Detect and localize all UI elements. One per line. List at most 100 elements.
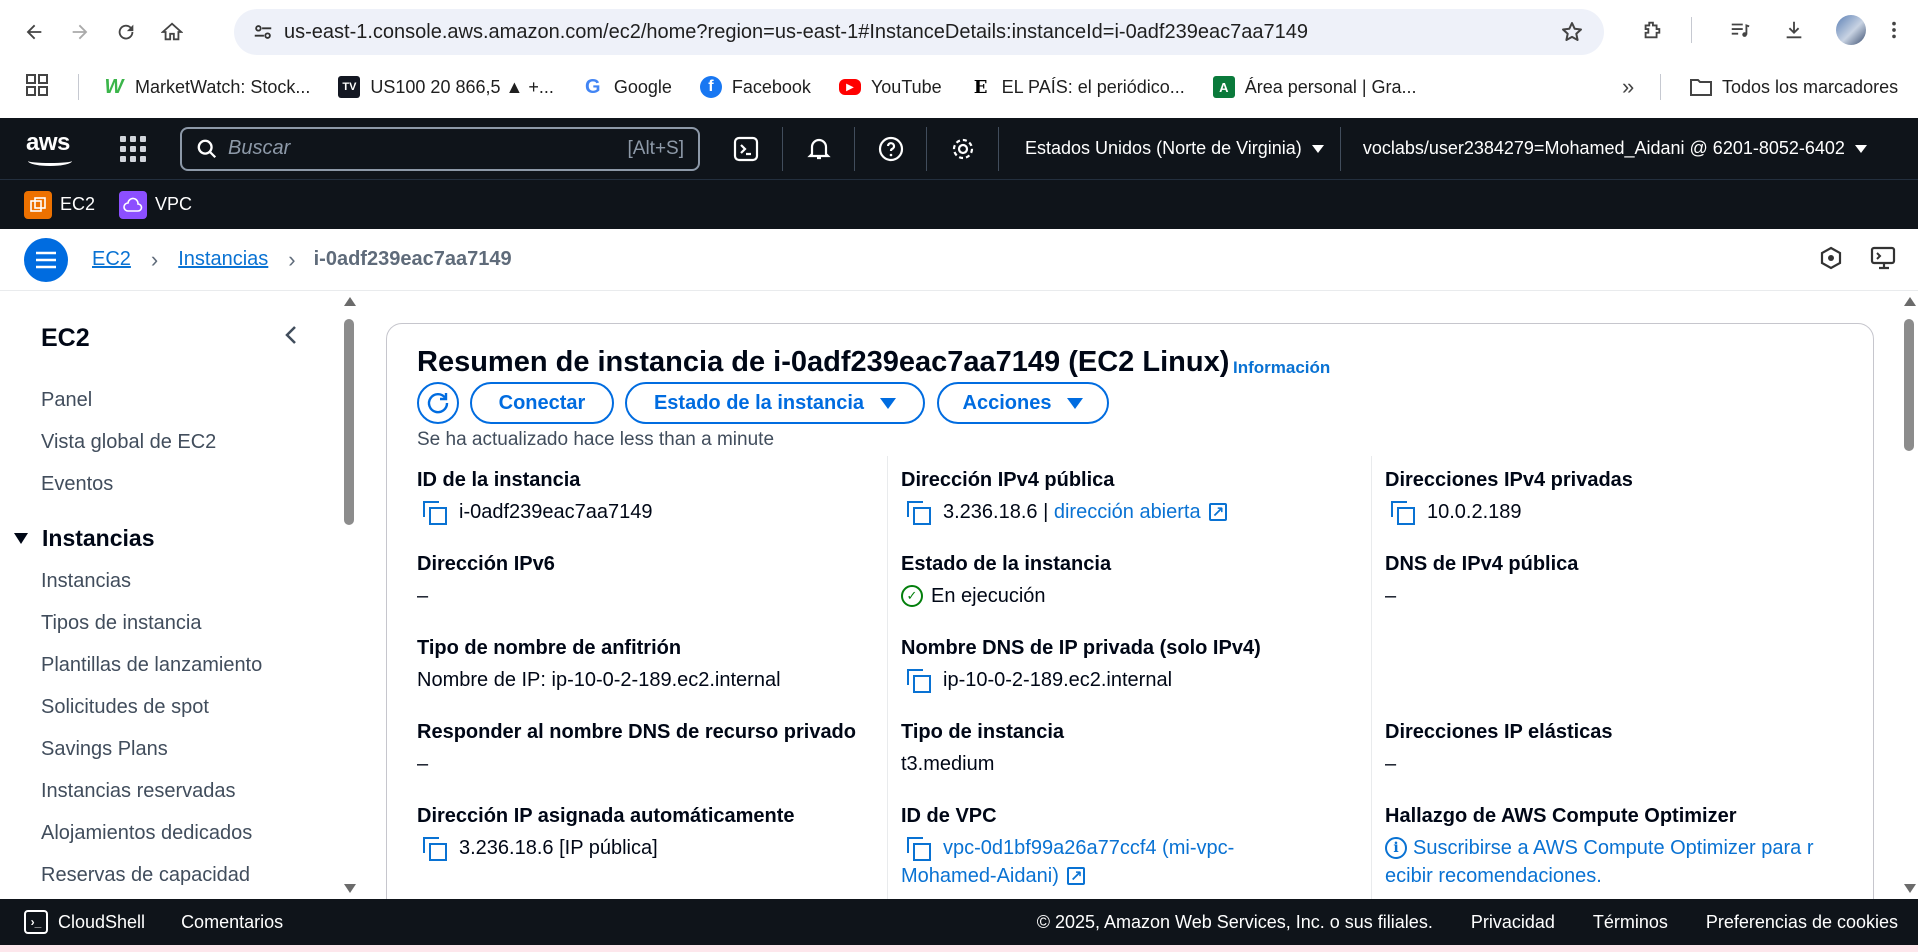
field-compute-optimizer: Hallazgo de AWS Compute Optimizer i Suscr… [1385,805,1814,890]
address-bar[interactable]: us-east-1.console.aws.amazon.com/ec2/hom… [234,9,1604,55]
last-updated-text: Se ha actualizado hace less than a minut… [417,429,775,450]
caret-down-icon [14,533,28,544]
vpc-link[interactable]: vpc-0d1bf99a26a77ccf4 (mi-vpc- [943,834,1234,862]
more-bookmarks-icon[interactable]: » [1622,74,1634,100]
breadcrumb-ec2[interactable]: EC2 [92,248,131,271]
field-instance-id: ID de la instancia i-0adf239eac7aa7149 [417,469,653,525]
instance-state-dropdown[interactable]: Estado de la instancia [625,382,925,424]
region-selector[interactable]: Estados Unidos (Norte de Virginia) [998,126,1340,171]
caret-down-icon [1067,397,1084,409]
download-icon[interactable] [1774,10,1814,50]
page-title: Resumen de instancia de i-0adf239eac7aa7… [417,346,1230,378]
bookmark-star-icon[interactable] [1560,20,1584,49]
collapse-nav-icon[interactable] [283,324,299,351]
copy-icon[interactable] [905,667,931,693]
apps-grid-icon[interactable] [26,73,48,101]
sidebar-item-instances[interactable]: Instancias [41,570,131,593]
media-control-icon[interactable] [1720,10,1760,50]
sidebar-item-launch-templates[interactable]: Plantillas de lanzamiento [41,654,262,677]
main-content: Resumen de instancia de i-0adf239eac7aa7… [362,291,1902,899]
forward-icon[interactable] [60,12,100,52]
home-icon[interactable] [152,12,192,52]
bookmark-youtube[interactable]: ▶ YouTube [838,77,942,98]
profile-avatar[interactable] [1836,15,1866,45]
url-text[interactable]: us-east-1.console.aws.amazon.com/ec2/hom… [284,21,1308,44]
cloudshell-button[interactable]: ›_ CloudShell [24,910,145,934]
sidebar-item-spot-requests[interactable]: Solicitudes de spot [41,696,209,719]
sidebar-item-instance-types[interactable]: Tipos de instancia [41,612,201,635]
copy-icon[interactable] [905,835,931,861]
refresh-button[interactable] [417,382,459,424]
notifications-bell-icon[interactable] [782,126,854,171]
bookmark-marketwatch[interactable]: W MarketWatch: Stock... [103,75,311,98]
settings-gear-icon[interactable] [926,126,998,171]
aws-logo[interactable]: aws [26,129,74,169]
more-menu-icon[interactable] [1874,10,1914,50]
chevron-right-icon: › [288,246,296,272]
console-footer: ›_ CloudShell Comentarios © 2025, Amazon… [0,899,1918,945]
back-icon[interactable] [14,12,54,52]
status-badge: En ejecución [931,585,1046,607]
reload-icon[interactable] [106,12,146,52]
account-menu[interactable]: voclabs/user2384279=Mohamed_Aidani @ 620… [1339,126,1883,171]
optimizer-subscribe-link-continued[interactable]: ecibir recomendaciones. [1385,862,1602,890]
vpc-service-icon [119,190,148,219]
chevron-right-icon: › [150,246,159,272]
bookmark-google[interactable]: G Google [582,76,672,98]
bookmark-facebook[interactable]: f Facebook [699,76,811,98]
marketwatch-icon: W [104,75,124,98]
favorite-ec2[interactable]: EC2 [24,190,95,219]
sidebar-item-dedicated-hosts[interactable]: Alojamientos dedicados [41,822,252,845]
display-preferences-icon[interactable] [1870,245,1898,276]
open-address-link[interactable]: dirección abierta [1054,498,1201,526]
copy-icon[interactable] [421,499,447,525]
success-check-icon: ✓ [901,585,923,607]
external-link-icon [1066,863,1085,891]
bookmark-elpais[interactable]: E EL PAÍS: el periódico... [970,76,1185,98]
copy-icon[interactable] [905,499,931,525]
all-bookmarks-folder[interactable]: Todos los marcadores [1690,76,1898,98]
sidebar-section-instancias[interactable]: Instancias [14,525,155,552]
external-link-icon [1208,499,1227,527]
copy-icon[interactable] [1389,499,1415,525]
breadcrumb-instancias[interactable]: Instancias [178,248,268,271]
extensions-icon[interactable] [1632,10,1672,50]
side-navigation: EC2 Panel Vista global de EC2 Eventos In… [0,291,340,899]
help-icon[interactable] [854,126,926,171]
bookmark-gra[interactable]: A Área personal | Gra... [1212,76,1417,98]
optimizer-subscribe-link[interactable]: Suscribirse a AWS Compute Optimizer para… [1413,834,1814,862]
sidebar-item-capacity-reservations[interactable]: Reservas de capacidad [41,864,250,887]
services-grid-icon[interactable] [120,135,146,162]
breadcrumb: EC2 › Instancias › i-0adf239eac7aa7149 [0,229,1918,291]
sidebar-item-reserved-instances[interactable]: Instancias reservadas [41,780,236,803]
sidenav-scrollbar[interactable] [342,291,356,899]
cookie-preferences-link[interactable]: Preferencias de cookies [1706,912,1898,933]
cloudshell-icon[interactable] [710,127,782,171]
feedback-link[interactable]: Comentarios [181,912,283,933]
field-resource-dns: Responder al nombre DNS de recurso priva… [417,721,856,775]
privacy-link[interactable]: Privacidad [1471,912,1555,933]
side-nav-toggle-icon[interactable] [24,237,68,282]
sidebar-item-global-view[interactable]: Vista global de EC2 [41,431,216,454]
info-link[interactable]: Información [1233,358,1330,378]
vpc-link-continued[interactable]: Mohamed-Aidani) [901,862,1059,890]
main-scrollbar[interactable] [1902,291,1916,899]
field-vpc-id: ID de VPC vpc-0d1bf99a26a77ccf4 (mi-vpc-… [901,805,1234,891]
copy-icon[interactable] [421,835,447,861]
terms-link[interactable]: Términos [1593,912,1668,933]
help-panel-icon[interactable] [1818,245,1844,276]
aws-search-input[interactable]: Buscar [Alt+S] [180,126,700,171]
refresh-icon [427,392,449,414]
field-auto-assigned-ip: Dirección IP asignada automáticamente 3.… [417,805,795,861]
site-settings-icon[interactable] [242,21,284,43]
bookmark-tradingview[interactable]: TV US100 20 866,5 ▲ +... [338,76,554,98]
favorite-vpc[interactable]: VPC [119,190,192,219]
actions-dropdown[interactable]: Acciones [937,382,1109,424]
connect-button[interactable]: Conectar [470,382,614,424]
sidebar-item-savings-plans[interactable]: Savings Plans [41,738,168,761]
sidenav-title: EC2 [41,324,90,352]
sidebar-item-panel[interactable]: Panel [41,389,92,412]
bookmarks-bar: W MarketWatch: Stock... TV US100 20 866,… [0,64,1918,110]
sidebar-item-events[interactable]: Eventos [41,473,113,496]
field-instance-state: Estado de la instancia ✓ En ejecución [901,553,1111,610]
